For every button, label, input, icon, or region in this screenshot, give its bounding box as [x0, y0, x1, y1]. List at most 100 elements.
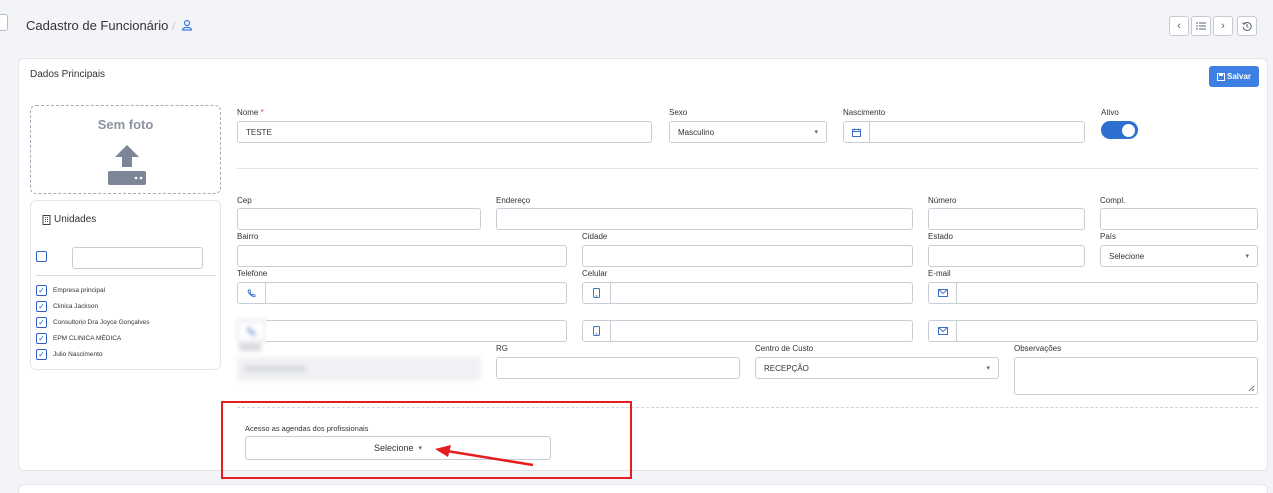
unit-checkbox[interactable]: ✓ — [36, 317, 47, 328]
list-icon — [1196, 22, 1206, 30]
celular-2-input[interactable] — [611, 320, 913, 342]
chevron-down-icon: ▾ — [814, 129, 818, 136]
sexo-label: Sexo — [669, 108, 688, 117]
next-card — [18, 484, 1268, 493]
units-title: Unidades — [42, 214, 96, 225]
ativo-label: Ativo — [1101, 108, 1119, 117]
nome-label-text: Nome — [237, 108, 259, 117]
sidebar-toggle-button[interactable] — [0, 14, 8, 31]
envelope-icon — [928, 282, 957, 304]
numero-label: Número — [928, 196, 957, 205]
units-title-label: Unidades — [54, 214, 97, 225]
unit-checkbox[interactable]: ✓ — [36, 349, 47, 360]
previous-record-button[interactable]: ‹ — [1169, 16, 1189, 36]
select-all-checkbox[interactable] — [36, 251, 47, 262]
building-icon — [42, 214, 51, 225]
user-icon[interactable] — [181, 19, 193, 33]
pais-select[interactable]: Selecione ▾ — [1100, 245, 1258, 267]
next-record-button[interactable]: › — [1213, 16, 1233, 36]
unit-item[interactable]: ✓ Clinica Jackson — [36, 301, 98, 312]
unit-item[interactable]: ✓ Empresa principal — [36, 285, 105, 296]
unit-label: Empresa principal — [53, 287, 106, 294]
nome-label: Nome * — [237, 108, 264, 117]
telefone-label: Telefone — [237, 269, 268, 278]
estado-input[interactable] — [928, 245, 1085, 267]
compl-input[interactable] — [1100, 208, 1258, 230]
units-filter-input[interactable] — [72, 247, 203, 269]
unit-checkbox[interactable]: ✓ — [36, 301, 47, 312]
pais-label: País — [1100, 232, 1117, 241]
bairro-label: Bairro — [237, 232, 259, 241]
rg-label: RG — [496, 344, 508, 353]
photo-placeholder-label: Sem foto — [97, 117, 154, 132]
unit-label: Julio Nascimento — [53, 351, 103, 358]
observacoes-label: Observações — [1014, 344, 1062, 353]
bairro-input[interactable] — [237, 245, 567, 267]
centro-custo-value: RECEPÇÃO — [764, 363, 809, 373]
celular-label: Celular — [582, 269, 608, 278]
calendar-icon[interactable] — [843, 121, 870, 143]
endereco-label: Endereço — [496, 196, 531, 205]
cep-input[interactable] — [237, 208, 481, 230]
unit-label: Consultorio Dra Joyce Gonçalves — [53, 319, 150, 326]
section-title: Dados Principais — [30, 69, 106, 80]
floppy-icon — [1216, 72, 1225, 81]
chevron-down-icon: ▾ — [986, 365, 990, 372]
cidade-input[interactable] — [582, 245, 913, 267]
telefone-2-input[interactable] — [266, 320, 567, 342]
chevron-right-icon: › — [1221, 20, 1225, 32]
email-input[interactable] — [957, 282, 1258, 304]
pais-value: Selecione — [1109, 251, 1145, 261]
required-mark: * — [260, 108, 264, 117]
save-button[interactable]: Salvar — [1209, 66, 1259, 87]
save-button-label: Salvar — [1226, 72, 1252, 81]
compl-label: Compl. — [1100, 196, 1126, 205]
cidade-label: Cidade — [582, 232, 608, 241]
centro-custo-select[interactable]: RECEPÇÃO ▾ — [755, 357, 999, 379]
celular-input[interactable] — [611, 282, 913, 304]
toggle-knob — [1122, 124, 1135, 137]
history-icon — [1242, 21, 1252, 31]
numero-input[interactable] — [928, 208, 1085, 230]
resize-handle-icon[interactable] — [1248, 385, 1255, 392]
telefone-input[interactable] — [266, 282, 567, 304]
list-view-button[interactable] — [1191, 16, 1211, 36]
cep-label: Cep — [237, 196, 252, 205]
phone-icon — [237, 282, 266, 304]
email-2-input[interactable] — [957, 320, 1258, 342]
unit-checkbox[interactable]: ✓ — [36, 333, 47, 344]
arrow-annotation — [435, 445, 534, 467]
unit-item[interactable]: ✓ Consultorio Dra Joyce Gonçalves — [36, 317, 149, 328]
unit-label: EPM CLINICA MÉDICA — [53, 335, 122, 342]
rg-input[interactable] — [496, 357, 740, 379]
unit-item[interactable]: ✓ EPM CLINICA MÉDICA — [36, 333, 121, 344]
sexo-select[interactable]: Masculino ▾ — [669, 121, 827, 143]
observacoes-textarea[interactable] — [1014, 357, 1258, 395]
chevron-left-icon: ‹ — [1177, 20, 1181, 32]
redacted-value — [244, 366, 306, 372]
unit-item[interactable]: ✓ Julio Nascimento — [36, 349, 103, 360]
unit-label: Clinica Jackson — [53, 303, 99, 310]
breadcrumb-separator: / — [172, 19, 176, 33]
phone-icon — [237, 320, 266, 342]
nome-input[interactable]: TESTE — [237, 121, 652, 143]
sexo-value: Masculino — [678, 127, 715, 137]
section-divider — [237, 168, 1258, 169]
estado-label: Estado — [928, 232, 953, 241]
email-label: E-mail — [928, 269, 951, 278]
unit-checkbox[interactable]: ✓ — [36, 285, 47, 296]
chevron-down-icon: ▾ — [1245, 253, 1249, 260]
centro-custo-label: Centro de Custo — [755, 344, 814, 353]
redacted-label — [239, 343, 261, 351]
history-button[interactable] — [1237, 16, 1257, 36]
upload-icon — [106, 143, 148, 187]
page-title: Cadastro de Funcionário — [26, 18, 169, 33]
nome-value: TESTE — [246, 127, 272, 137]
nascimento-label: Nascimento — [843, 108, 886, 117]
units-divider — [36, 275, 216, 276]
mobile-icon — [582, 320, 611, 342]
envelope-icon — [928, 320, 957, 342]
nascimento-input[interactable] — [870, 121, 1085, 143]
mobile-icon — [582, 282, 611, 304]
endereco-input[interactable] — [496, 208, 913, 230]
